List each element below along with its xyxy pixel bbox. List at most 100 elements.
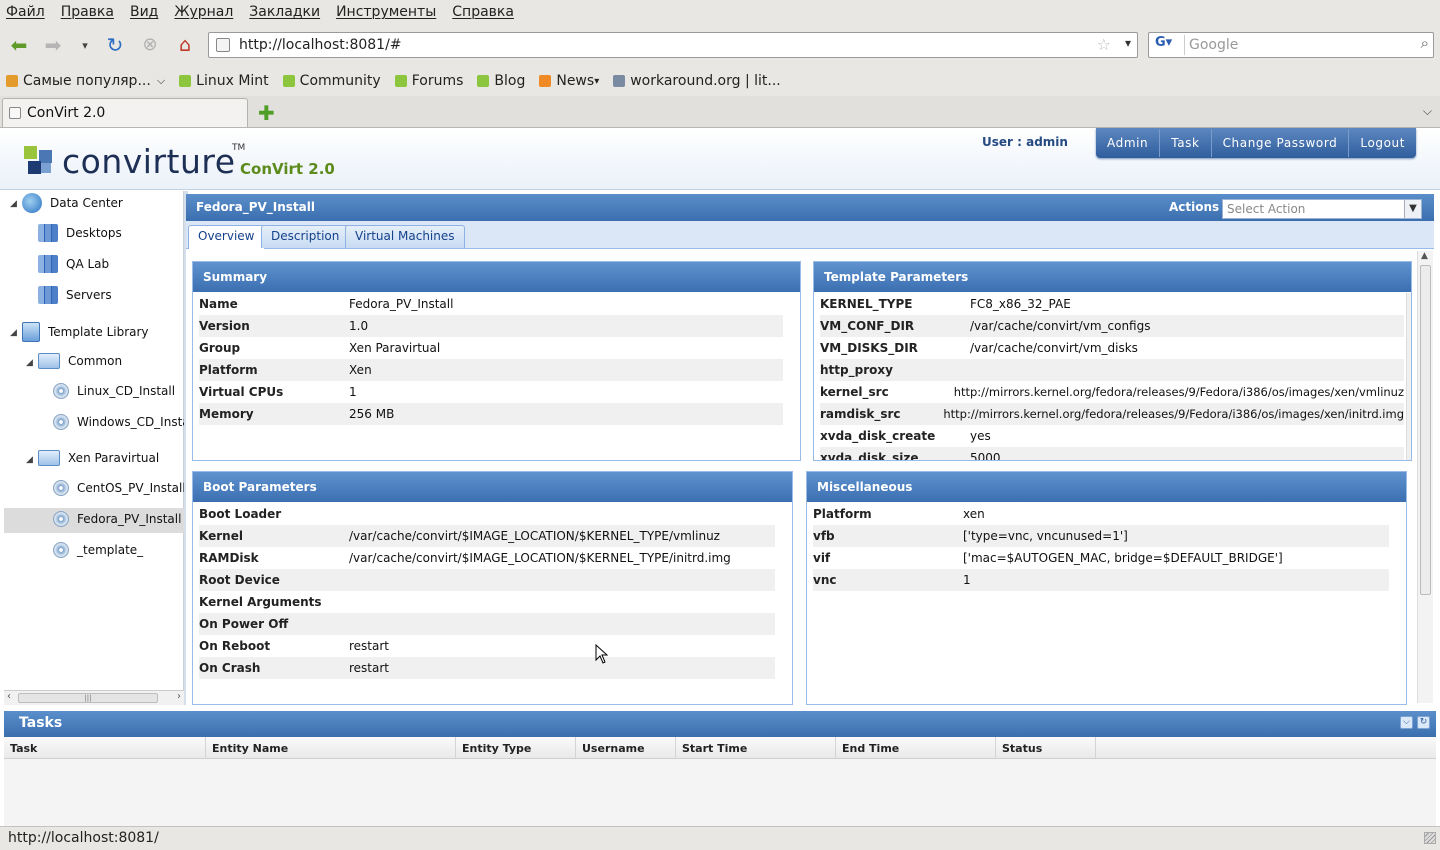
resize-grip-icon[interactable] <box>1424 832 1436 844</box>
tree-node-label: Common <box>68 354 123 368</box>
menu-view[interactable]: Вид <box>130 4 158 20</box>
logo-trademark: TM <box>232 143 246 153</box>
boot-row: Root Device <box>199 569 775 591</box>
bookmark-star-icon[interactable]: ☆ <box>1097 35 1111 54</box>
row-key: Kernel <box>199 529 243 543</box>
column-end-time[interactable]: End Time <box>836 737 996 759</box>
column-username[interactable]: Username <box>576 737 676 759</box>
scrollbar-thumb[interactable] <box>1420 265 1431 595</box>
tree-node-template[interactable]: _template_ <box>53 542 143 558</box>
tree-node-template-library[interactable]: Template Library <box>22 322 149 342</box>
tree-node-desktops[interactable]: Desktops <box>38 224 122 242</box>
expand-arrow-icon[interactable]: ◢ <box>26 358 33 368</box>
menu-help[interactable]: Справка <box>452 4 514 20</box>
back-arrow-icon[interactable]: ⬅ <box>6 32 32 58</box>
misc-row: vnc 1 <box>813 569 1389 591</box>
expand-arrow-icon[interactable]: ◢ <box>10 328 17 338</box>
logout-button[interactable]: Logout <box>1349 129 1416 157</box>
scroll-left-icon[interactable]: ‹ <box>7 691 11 702</box>
url-bar[interactable]: http://localhost:8081/# ☆ ▾ <box>208 32 1138 58</box>
mint-icon <box>179 75 192 87</box>
bookmark-news[interactable]: News ▾ <box>539 73 599 89</box>
tree-node-fedora-pv-install[interactable]: Fedora_PV_Install <box>53 511 181 527</box>
row-value: Fedora_PV_Install <box>349 297 454 311</box>
tasks-table-body <box>4 759 1436 826</box>
template-group-icon <box>38 450 60 466</box>
tab-convirt[interactable]: ConVirt 2.0 <box>2 98 248 127</box>
tab-overview[interactable]: Overview <box>188 225 265 249</box>
tab-virtual-machines[interactable]: Virtual Machines <box>345 225 465 248</box>
menu-edit[interactable]: Правка <box>61 4 114 20</box>
admin-button[interactable]: Admin <box>1096 129 1161 157</box>
scrollbar-thumb[interactable]: ||| <box>18 693 158 703</box>
row-value: Xen <box>349 363 372 377</box>
template-disc-icon <box>53 511 69 527</box>
expand-arrow-icon[interactable]: ◢ <box>10 199 17 209</box>
tree-node-windows-cd-install[interactable]: Windows_CD_Install <box>53 414 196 430</box>
collapse-icon[interactable]: ⌵ <box>1400 716 1413 729</box>
new-tab-plus-icon[interactable]: ✚ <box>258 101 275 125</box>
bookmark-linux-mint[interactable]: Linux Mint <box>179 73 269 89</box>
menu-history[interactable]: Журнал <box>174 4 233 20</box>
summary-row: Virtual CPUs 1 <box>199 381 783 403</box>
tree-node-centos-pv-install[interactable]: CentOS_PV_Install <box>53 480 186 496</box>
menu-bookmarks[interactable]: Закладки <box>249 4 320 20</box>
boot-parameters-title: Boot Parameters <box>193 472 792 502</box>
stop-icon[interactable]: ⊗ <box>137 32 163 58</box>
search-engine-icon[interactable]: G▾ <box>1151 35 1185 55</box>
bookmark-label: Blog <box>494 73 526 89</box>
chevron-down-icon[interactable]: ▼ <box>1404 200 1421 218</box>
search-icon[interactable]: ⌕ <box>1421 34 1429 52</box>
bookmark-workaround[interactable]: workaround.org | lit... <box>613 73 781 89</box>
change-password-button[interactable]: Change Password <box>1212 129 1350 157</box>
tree-node-xen-paravirtual[interactable]: Xen Paravirtual <box>38 450 159 466</box>
expand-arrow-icon[interactable]: ◢ <box>26 455 33 465</box>
forward-arrow-icon[interactable]: ➡ <box>40 32 66 58</box>
column-entity-name[interactable]: Entity Name <box>206 737 456 759</box>
column-status[interactable]: Status <box>996 737 1096 759</box>
tree-node-servers[interactable]: Servers <box>38 286 112 304</box>
summary-panel: Summary Name Fedora_PV_Install Version 1.0… <box>192 261 801 461</box>
param-row: xvda_disk_create yes <box>820 425 1404 447</box>
reload-icon[interactable]: ↻ <box>102 32 128 58</box>
column-entity-type[interactable]: Entity Type <box>456 737 576 759</box>
tree-node-common[interactable]: Common <box>38 353 122 369</box>
scroll-right-icon[interactable]: › <box>177 691 181 702</box>
refresh-icon[interactable]: ↻ <box>1417 716 1430 729</box>
tab-list-chevron-icon[interactable]: ⌵ <box>1423 104 1432 119</box>
column-task[interactable]: Task <box>4 737 206 759</box>
url-dropdown-icon[interactable]: ▾ <box>1125 36 1131 50</box>
row-value: 1 <box>349 385 357 399</box>
tree-node-linux-cd-install[interactable]: Linux_CD_Install <box>53 383 175 399</box>
browser-tabs: ConVirt 2.0 ✚ ⌵ <box>0 96 1440 128</box>
actions-select-placeholder: Select Action <box>1227 202 1306 216</box>
bookmark-forums[interactable]: Forums <box>394 73 463 89</box>
scroll-up-icon[interactable]: ▲ <box>1421 251 1428 261</box>
actions-select[interactable]: Select Action ▼ <box>1222 199 1422 219</box>
tree-node-data-center[interactable]: Data Center <box>22 193 123 213</box>
column-start-time[interactable]: Start Time <box>676 737 836 759</box>
content-vertical-scrollbar[interactable]: ▲ <box>1417 251 1433 703</box>
boot-row: Boot Loader <box>199 503 775 525</box>
row-value: 5000 <box>970 451 1001 461</box>
bookmark-most-visited[interactable]: Самые популяр... ⌵ <box>6 73 165 89</box>
bookmark-blog[interactable]: Blog <box>477 73 525 89</box>
task-button[interactable]: Task <box>1160 129 1212 157</box>
row-value: 1.0 <box>349 319 369 333</box>
misc-row: Platform xen <box>813 503 1389 525</box>
summary-row: Memory 256 MB <box>199 403 783 425</box>
param-row: VM_CONF_DIR/var/cache/convirt/vm_configs <box>820 315 1404 337</box>
history-dropdown-icon[interactable]: ▾ <box>72 32 98 58</box>
tree-node-qa-lab[interactable]: QA Lab <box>38 255 109 273</box>
tab-description[interactable]: Description <box>261 225 350 248</box>
home-icon[interactable]: ⌂ <box>172 32 198 58</box>
params-scrollbar[interactable] <box>1406 293 1411 460</box>
sidebar-horizontal-scrollbar[interactable]: ‹ ||| › <box>4 690 184 705</box>
bookmark-community[interactable]: Community <box>282 73 381 89</box>
menu-file[interactable]: Файл <box>6 4 45 20</box>
menu-tools[interactable]: Инструменты <box>336 4 436 20</box>
bookmark-label: Community <box>299 73 381 89</box>
boot-row: RAMDisk/var/cache/convirt/$IMAGE_LOCATIO… <box>199 547 775 569</box>
search-input[interactable]: G▾ Google ⌕ <box>1148 32 1434 58</box>
summary-title: Summary <box>193 262 800 292</box>
